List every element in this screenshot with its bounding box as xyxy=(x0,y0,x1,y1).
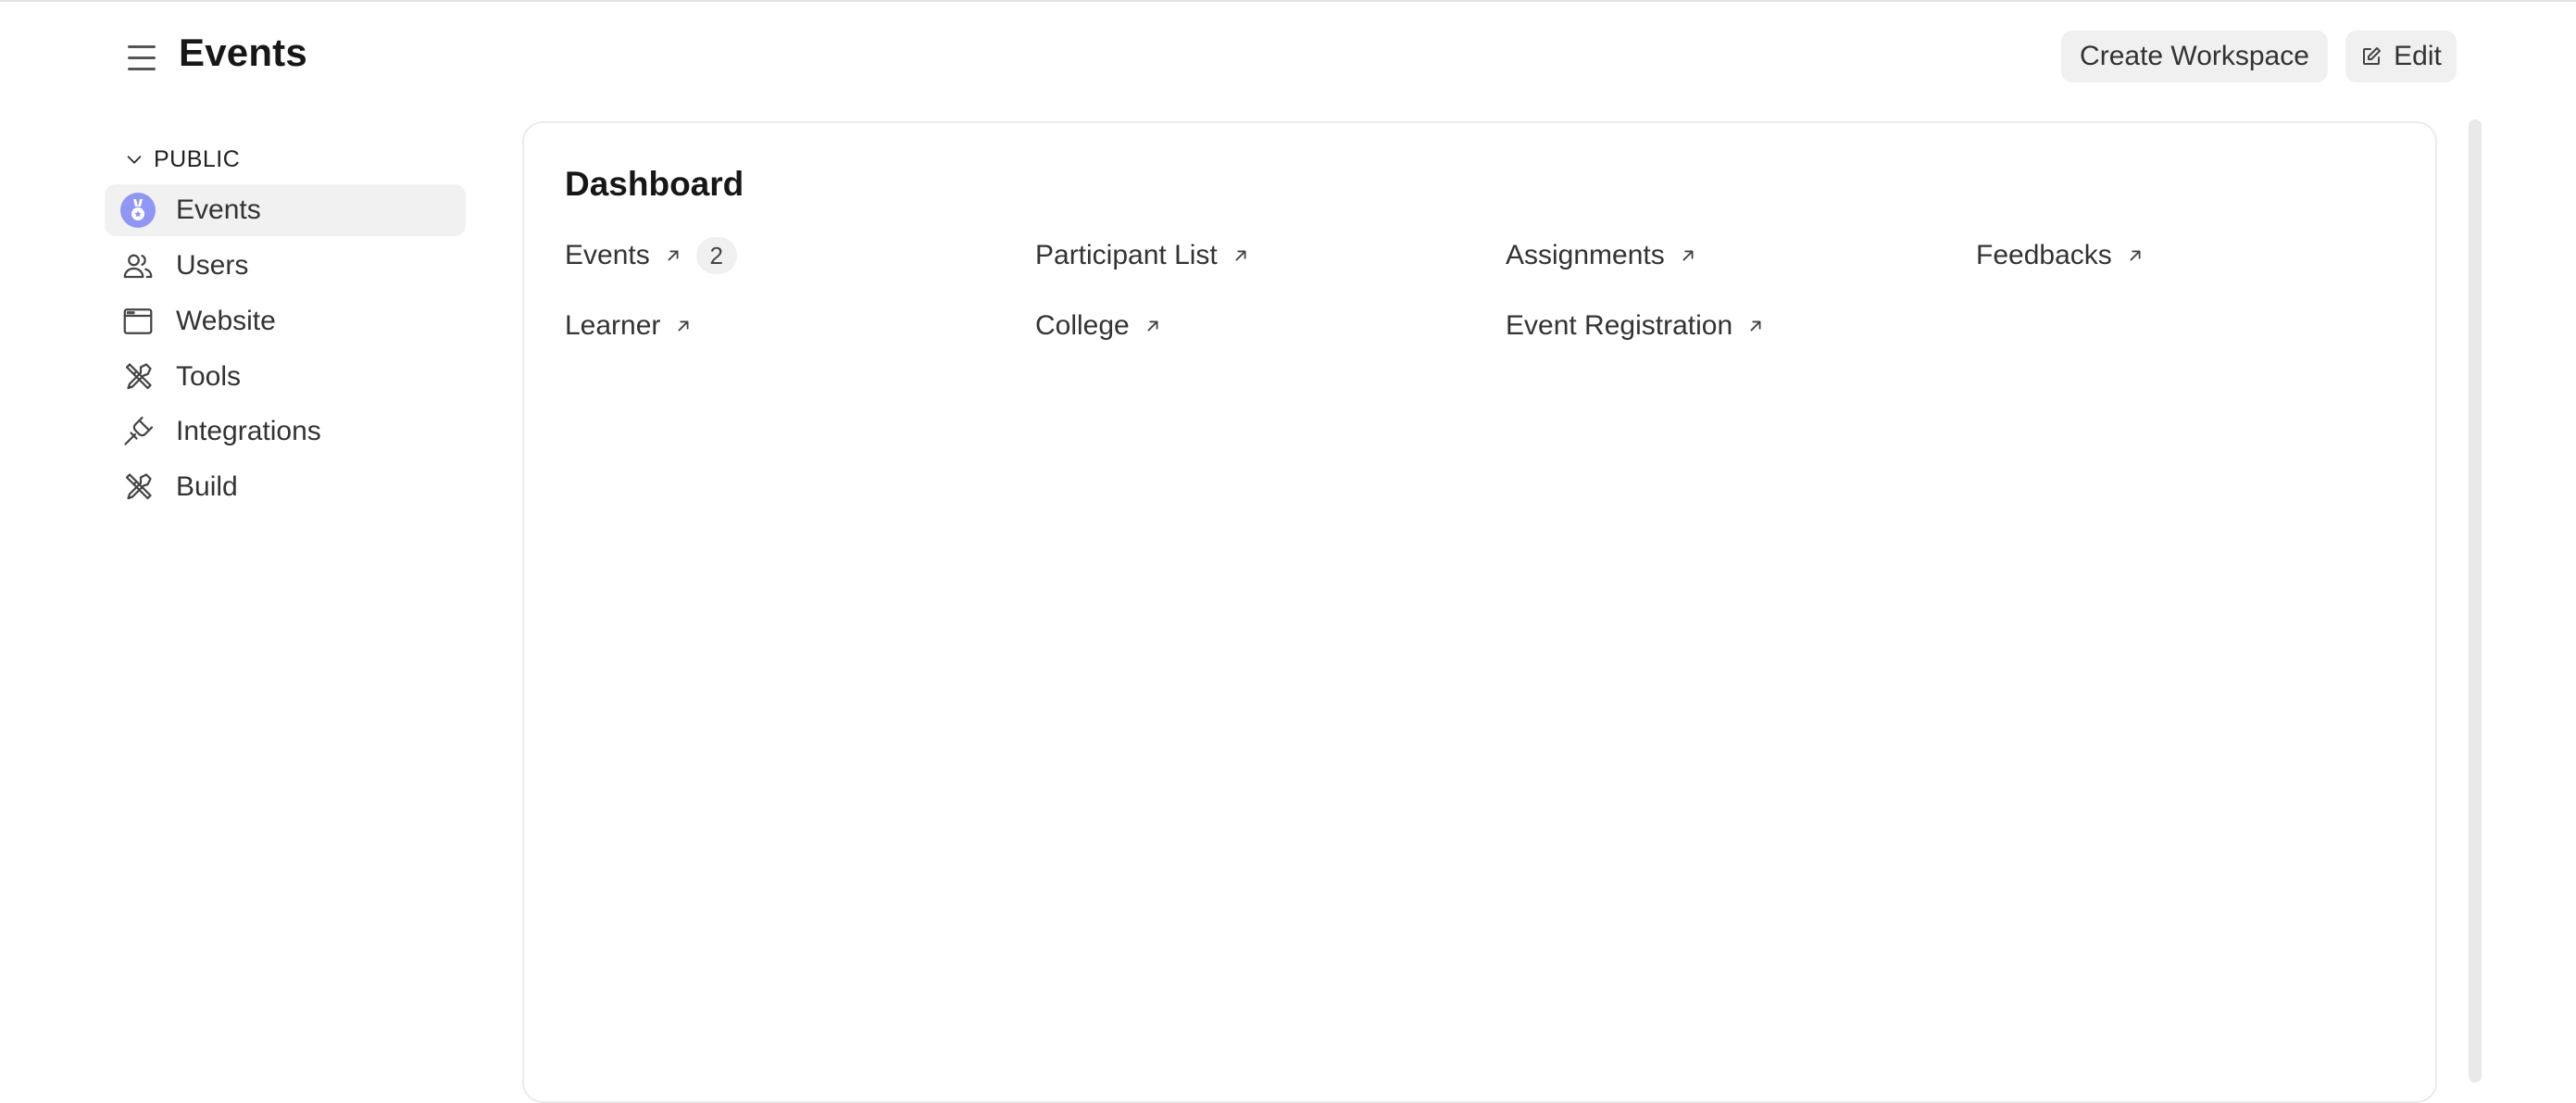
sidebar-item-label: Integrations xyxy=(176,416,321,446)
sidebar-item-events[interactable]: Events xyxy=(105,184,466,236)
shortcut-label: Assignments xyxy=(1506,240,1665,270)
arrow-up-right-icon xyxy=(1750,320,1761,332)
sidebar-item-label: Tools xyxy=(176,361,242,392)
shortcut-participant-list[interactable]: Participant List xyxy=(1035,234,1251,277)
hamburger-menu-icon[interactable] xyxy=(122,37,163,78)
edit-button[interactable]: Edit xyxy=(2345,31,2457,82)
shortcut-event-registration[interactable]: Event Registration xyxy=(1506,305,1766,347)
sidebar-item-label: Website xyxy=(176,306,276,336)
section-toggle-public[interactable]: PUBLIC xyxy=(124,143,240,176)
count-badge: 2 xyxy=(695,237,737,274)
sidebar-item-build[interactable]: Build xyxy=(105,461,466,513)
sidebar-item-website[interactable]: Website xyxy=(105,295,466,347)
arrow-up-right-icon xyxy=(1147,320,1158,332)
shortcut-label: Event Registration xyxy=(1506,310,1733,341)
shortcut-label: Participant List xyxy=(1035,240,1218,270)
sidebar-item-integrations[interactable]: Integrations xyxy=(105,406,466,457)
build-tools-icon xyxy=(119,469,156,506)
shortcut-label: Feedbacks xyxy=(1976,240,2112,270)
edit-label: Edit xyxy=(2394,41,2442,71)
create-workspace-button[interactable]: Create Workspace xyxy=(2061,31,2328,82)
shortcut-college[interactable]: College xyxy=(1035,305,1163,347)
chevron-down-icon xyxy=(127,156,142,164)
create-workspace-label: Create Workspace xyxy=(2080,41,2309,71)
dashboard-title: Dashboard xyxy=(565,165,744,203)
users-icon xyxy=(119,247,156,284)
plug-icon xyxy=(119,413,156,450)
shortcut-label: Learner xyxy=(565,310,661,341)
sidebar-item-users[interactable]: Users xyxy=(105,240,466,292)
shortcut-label: Events xyxy=(565,240,650,270)
shortcut-events[interactable]: Events 2 xyxy=(565,234,737,277)
shortcut-feedbacks[interactable]: Feedbacks xyxy=(1976,234,2145,277)
section-label: PUBLIC xyxy=(154,145,241,172)
sidebar-item-tools[interactable]: Tools xyxy=(105,351,466,403)
sidebar-item-label: Users xyxy=(176,250,249,281)
shortcut-learner[interactable]: Learner xyxy=(565,305,694,347)
vertical-scrollbar[interactable] xyxy=(2469,119,2482,1083)
arrow-up-right-icon xyxy=(678,320,689,332)
page-title: Events xyxy=(179,31,307,74)
edit-icon xyxy=(2363,47,2382,65)
arrow-up-right-icon xyxy=(1682,250,1694,261)
browser-window-icon xyxy=(119,303,156,340)
tools-icon xyxy=(119,358,156,395)
events-badge-icon xyxy=(119,192,156,229)
shortcut-assignments[interactable]: Assignments xyxy=(1506,234,1698,277)
sidebar-item-label: Build xyxy=(176,471,238,502)
arrow-up-right-icon xyxy=(1235,250,1246,261)
sidebar-item-label: Events xyxy=(176,194,261,225)
page-header: Events Create Workspace Edit xyxy=(0,0,2576,111)
dashboard-card: Dashboard Events 2 Participant List Assi… xyxy=(522,121,2437,1103)
arrow-up-right-icon xyxy=(668,250,679,261)
arrow-up-right-icon xyxy=(2130,250,2141,261)
shortcut-label: College xyxy=(1035,310,1130,341)
